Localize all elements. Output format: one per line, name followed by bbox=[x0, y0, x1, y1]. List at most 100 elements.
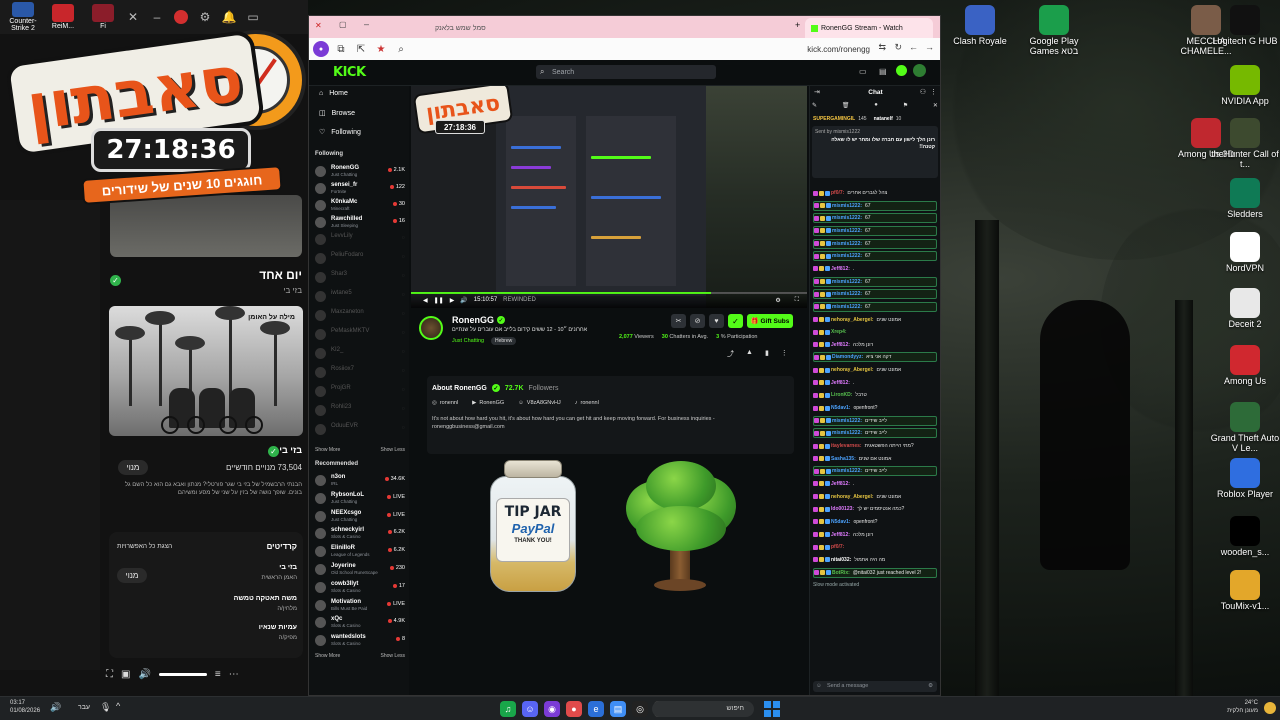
chat-username[interactable]: Jeff812: bbox=[831, 481, 850, 487]
chat-message[interactable]: Ido00123: כמה אנטיסמים יש לך? bbox=[813, 504, 937, 514]
desktop-icon[interactable]: Clash Royale bbox=[945, 5, 1015, 47]
chat-input[interactable]: ☺ Send a message ⚙ bbox=[813, 681, 937, 692]
explorer-icon[interactable]: ▤ bbox=[610, 701, 626, 717]
sidebar-channel[interactable]: PeMaskMKTV ◌ bbox=[315, 327, 405, 343]
sidebar-channel[interactable]: K0nkaMc Minecraft 30 bbox=[315, 198, 405, 214]
spotify-icon[interactable]: ♫ bbox=[500, 701, 516, 717]
chat-message[interactable]: Jeff812:. bbox=[813, 479, 937, 489]
desktop-icon[interactable]: Logitech G HUB bbox=[1210, 5, 1280, 47]
desktop-icon[interactable]: wooden_s... bbox=[1210, 516, 1280, 558]
sidebar-channel[interactable]: wantedslots Slots & Casino 8 bbox=[315, 633, 405, 649]
chat-username[interactable]: mismis1222: bbox=[832, 291, 862, 297]
credits-subscribe-button[interactable]: מנוי bbox=[117, 568, 147, 583]
chat-bubble-icon[interactable]: ● bbox=[874, 102, 878, 112]
sidebar-channel[interactable]: n3on IRL 34.6K bbox=[315, 473, 405, 489]
forward-icon[interactable]: ▶ bbox=[450, 297, 455, 304]
chat-username[interactable]: itaylevarnes: bbox=[831, 443, 862, 449]
site-settings-icon[interactable]: ⇆ bbox=[878, 42, 886, 53]
queue-icon[interactable]: ≡ bbox=[215, 669, 221, 680]
chat-username[interactable]: nitai032: bbox=[831, 557, 851, 563]
chat-message[interactable]: mismis1222: 67 bbox=[813, 276, 937, 287]
sidebar-channel[interactable]: sensei_fr Fortnite 122 bbox=[315, 181, 405, 197]
chat-message[interactable]: mismis1222: 67 bbox=[813, 225, 937, 236]
channel-name[interactable]: RonenGG bbox=[452, 315, 494, 325]
chat-username[interactable]: BotRix: bbox=[832, 570, 850, 576]
clip-icon[interactable]: ✂ bbox=[671, 314, 686, 328]
chat-message[interactable]: BotRix: @nitai032 just reached level 2! bbox=[813, 567, 937, 578]
bookmark-icon[interactable]: ▮ bbox=[765, 349, 769, 359]
chat-username[interactable]: N5dav1: bbox=[831, 405, 850, 411]
report-icon[interactable]: ▲ bbox=[746, 349, 753, 359]
desktop-icon[interactable]: NordVPN bbox=[1210, 232, 1280, 274]
stream-category[interactable]: Just Chatting bbox=[452, 338, 484, 344]
chat-message[interactable]: mismis1222: 67 bbox=[813, 251, 937, 262]
reload-icon[interactable]: ↻ bbox=[894, 42, 902, 53]
sidebar-channel[interactable]: Rohli23 ◌ bbox=[315, 403, 405, 419]
settings-icon[interactable]: ⚙ bbox=[194, 6, 216, 28]
chat-message[interactable]: nehoray_Abergel: אמונט שנים bbox=[813, 315, 937, 325]
sidebar-channel[interactable]: xQc Slots & Casino 4.9K bbox=[315, 615, 405, 631]
pinned-message[interactable]: Sent by mismis1222 רונן הלך לישון עם חבר… bbox=[812, 126, 938, 178]
artist-name[interactable]: בזי בי bbox=[279, 445, 302, 455]
chat-message[interactable]: LironKD: טרבל bbox=[813, 390, 937, 400]
chat-message[interactable]: mismis1222: 67 bbox=[813, 238, 937, 249]
tab-minimize-icon[interactable]: – bbox=[364, 19, 369, 29]
tiktok-link[interactable]: ♪ ronennl bbox=[575, 400, 599, 406]
desktop-icon[interactable]: TouMix-v1... bbox=[1210, 570, 1280, 612]
sidebar-channel[interactable]: EliniIIoR League of Legends 6.2K bbox=[315, 544, 405, 560]
recommended-show-more[interactable]: Show More bbox=[315, 653, 340, 659]
more-icon[interactable]: ⋮ bbox=[781, 349, 788, 359]
desktop-icon[interactable]: Sledders bbox=[1210, 178, 1280, 220]
chat-message[interactable]: Jeff812:. bbox=[813, 264, 937, 274]
sidebar-channel[interactable]: Rawchilled Just Sleeping 16 bbox=[315, 215, 405, 231]
fullscreen-icon[interactable]: ⛶ bbox=[795, 297, 799, 304]
chat-username[interactable]: nehoray_Abergel: bbox=[831, 494, 874, 500]
chat-message[interactable]: mismis1222: לייב שידים bbox=[813, 415, 937, 426]
rewind-icon[interactable]: ◀ bbox=[423, 297, 428, 304]
chat-message[interactable]: nehoray_Abergel: אמונט שנים bbox=[813, 492, 937, 502]
chat-message[interactable]: nehoray_Abergel: אמונט שנים bbox=[813, 365, 937, 375]
chat-message[interactable]: mismis1222: לייב שידים bbox=[813, 466, 937, 477]
desktop-icon[interactable]: Google Play Games בטא bbox=[1019, 5, 1089, 57]
following-show-less[interactable]: Show Less bbox=[381, 447, 405, 453]
volume-icon[interactable]: 🔊 bbox=[460, 297, 467, 304]
chat-username[interactable]: Jeff812: bbox=[831, 380, 850, 386]
url-field[interactable]: kick.com/ronengg bbox=[807, 45, 870, 54]
chat-username[interactable]: N5dav1: bbox=[831, 519, 850, 525]
chat-message[interactable]: mismis1222: 67 bbox=[813, 213, 937, 224]
chat-username[interactable]: LironKD: bbox=[831, 392, 852, 398]
chat-username[interactable]: mismis1222: bbox=[832, 304, 862, 310]
sidebar-channel[interactable]: iwtane5 ◌ bbox=[315, 289, 405, 305]
chat-message[interactable]: Jeff812: רונן מלכה bbox=[813, 340, 937, 350]
tab-close-icon[interactable]: ✕ bbox=[315, 21, 322, 30]
chat-message[interactable]: N5dav1: openfront? bbox=[813, 517, 937, 527]
chat-username[interactable]: mismis1222: bbox=[832, 430, 862, 436]
chat-message[interactable]: nitai032: מה היה אתמול bbox=[813, 555, 937, 565]
steam-icon[interactable]: ◎ bbox=[632, 701, 648, 717]
edge-icon[interactable]: e bbox=[588, 701, 604, 717]
gift-icon[interactable]: ⚑ bbox=[903, 102, 908, 112]
search-icon[interactable]: ⌕ bbox=[393, 41, 409, 57]
emoji-icon[interactable]: ☺ bbox=[816, 681, 822, 692]
share-icon[interactable]: ⇱ bbox=[353, 41, 369, 57]
pause-icon[interactable]: ❚❚ bbox=[434, 297, 444, 304]
status-icon[interactable] bbox=[896, 65, 907, 76]
desktop-icon[interactable]: Roblox Player bbox=[1210, 458, 1280, 500]
chevron-up-icon[interactable]: ^ bbox=[116, 701, 120, 711]
desktop-icon[interactable]: NVIDIA App bbox=[1210, 65, 1280, 107]
chat-message[interactable]: N5dav1: openfront? bbox=[813, 403, 937, 413]
kick-logo[interactable]: KICK bbox=[333, 65, 366, 80]
profile-icon[interactable] bbox=[170, 6, 192, 28]
star-icon[interactable]: ★ bbox=[373, 41, 389, 57]
sidebar-channel[interactable]: NEEXcsgo Just Chatting LIVE bbox=[315, 509, 405, 525]
chat-message[interactable]: mismis1222: 67 bbox=[813, 200, 937, 211]
input-language[interactable]: עבר bbox=[78, 704, 90, 711]
chat-username[interactable]: Sasha135: bbox=[831, 456, 856, 462]
clock[interactable]: 03:17 01/08/2026 bbox=[10, 700, 40, 715]
chat-message[interactable]: Jeff812:. bbox=[813, 378, 937, 388]
extension-icon[interactable]: ● bbox=[313, 41, 329, 57]
chat-message[interactable]: mismis1222: לייב שידים bbox=[813, 428, 937, 439]
volume-icon[interactable]: 🔊 bbox=[50, 702, 61, 713]
desktop-icon[interactable]: Grand Theft Auto V Le... bbox=[1210, 402, 1280, 454]
sidebar-channel[interactable]: Joyerine Old School RuneScape 230 bbox=[315, 562, 405, 578]
